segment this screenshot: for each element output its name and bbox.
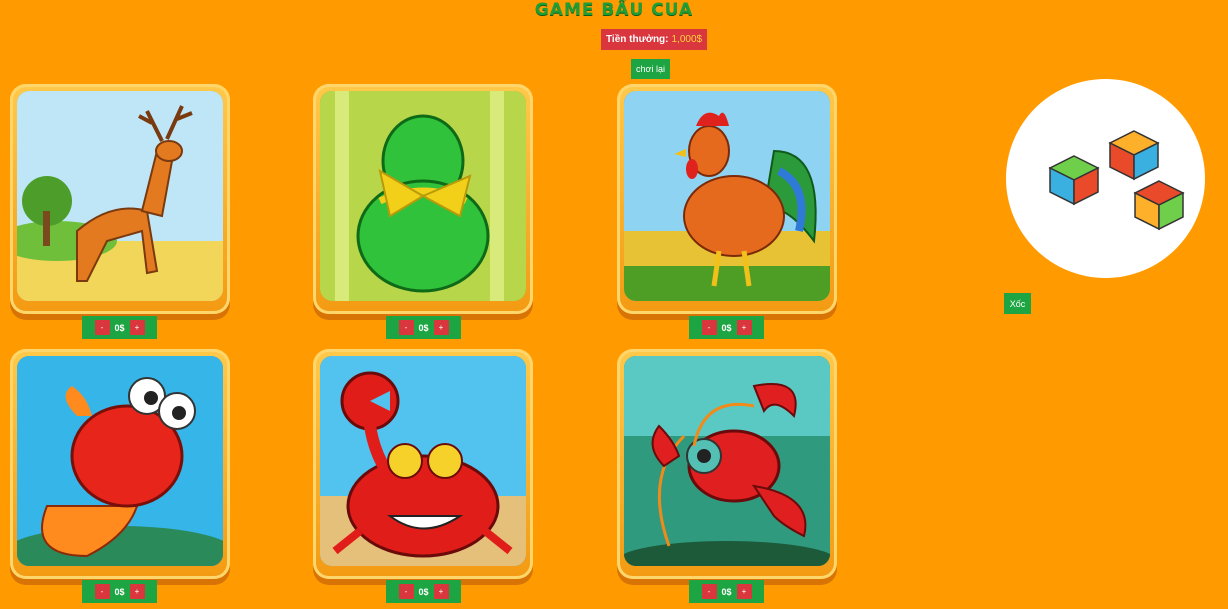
- fish-image: [17, 356, 223, 566]
- card-shrimp[interactable]: [617, 349, 837, 579]
- deer-image: [17, 91, 223, 301]
- bet-minus-button[interactable]: -: [94, 320, 110, 335]
- card-crab[interactable]: [313, 349, 533, 579]
- bet-minus-button[interactable]: -: [398, 320, 414, 335]
- bet-plus-button[interactable]: +: [433, 584, 449, 599]
- bet-amount: 0$: [721, 322, 732, 333]
- prize-badge: Tiền thưởng: 1,000$: [601, 29, 708, 50]
- crab-image: [320, 356, 526, 566]
- bet-plus-button[interactable]: +: [129, 584, 145, 599]
- bet-amount: 0$: [418, 322, 429, 333]
- replay-button[interactable]: chơi lại: [631, 59, 670, 79]
- card-rooster[interactable]: [617, 84, 837, 314]
- bet-plus-button[interactable]: +: [736, 584, 752, 599]
- card-deer[interactable]: [10, 84, 230, 314]
- game-title: GAME BẦU CUA: [534, 0, 694, 20]
- card-fish[interactable]: [10, 349, 230, 579]
- bet-plus-button[interactable]: +: [129, 320, 145, 335]
- gourd-image: [320, 91, 526, 301]
- bet-control-crab: - 0$ +: [386, 580, 461, 603]
- bet-plus-button[interactable]: +: [736, 320, 752, 335]
- bet-minus-button[interactable]: -: [94, 584, 110, 599]
- shrimp-image: [624, 356, 830, 566]
- bet-amount: 0$: [721, 586, 732, 597]
- die-1: [1048, 155, 1100, 206]
- bet-control-fish: - 0$ +: [82, 580, 157, 603]
- bet-control-shrimp: - 0$ +: [689, 580, 764, 603]
- bet-minus-button[interactable]: -: [701, 320, 717, 335]
- card-gourd[interactable]: [313, 84, 533, 314]
- rooster-image: [624, 91, 830, 301]
- bet-minus-button[interactable]: -: [398, 584, 414, 599]
- die-2: [1108, 130, 1160, 181]
- shake-button[interactable]: Xốc: [1004, 293, 1031, 314]
- prize-label: Tiền thưởng:: [606, 34, 669, 45]
- bet-amount: 0$: [114, 322, 125, 333]
- bet-control-rooster: - 0$ +: [689, 316, 764, 339]
- bet-amount: 0$: [418, 586, 429, 597]
- bet-amount: 0$: [114, 586, 125, 597]
- bet-control-gourd: - 0$ +: [386, 316, 461, 339]
- bet-minus-button[interactable]: -: [701, 584, 717, 599]
- bet-plus-button[interactable]: +: [433, 320, 449, 335]
- dice-bowl[interactable]: [1006, 79, 1205, 278]
- bet-control-deer: - 0$ +: [82, 316, 157, 339]
- prize-amount: 1,000$: [671, 34, 703, 45]
- die-3: [1133, 180, 1185, 231]
